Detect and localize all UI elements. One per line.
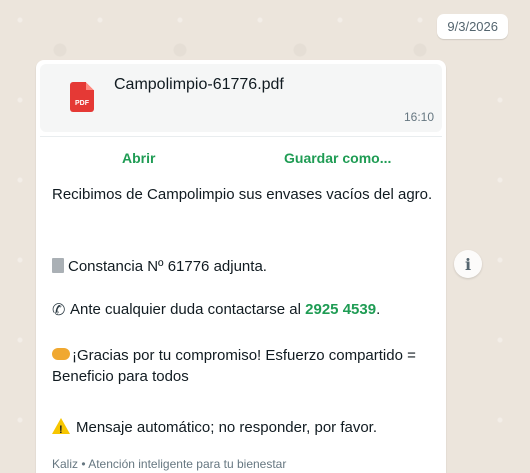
message-line-thanks: ¡Gracias por tu compromiso! Esfuerzo com… — [52, 345, 438, 387]
message-bubble: PDF Campolimpio-61776.pdf 16:10 Abrir Gu… — [36, 60, 446, 473]
message-line-warning: Mensaje automático; no responder, por fa… — [52, 417, 438, 441]
file-name: Campolimpio-61776.pdf — [114, 76, 284, 93]
certificate-text: Constancia Nº 61776 adjunta. — [68, 258, 267, 275]
handshake-icon — [52, 348, 70, 360]
message-line-received: Recibimos de Campolimpio sus envases vac… — [52, 186, 433, 203]
phone-icon: ✆ — [52, 302, 66, 319]
date-pill: 9/3/2026 — [437, 14, 508, 39]
message-footer: Kaliz • Atención inteligente para tu bie… — [52, 457, 287, 471]
message-line-certificate: Constancia Nº 61776 adjunta. — [52, 256, 438, 277]
info-icon[interactable]: i — [454, 250, 482, 278]
save-as-button[interactable]: Guardar como... — [284, 150, 391, 166]
message-time: 16:10 — [403, 110, 434, 124]
warning-text: Mensaje automático; no responder, por fa… — [76, 419, 378, 436]
open-button[interactable]: Abrir — [122, 150, 155, 166]
pdf-icon: PDF — [70, 82, 94, 112]
thanks-text: ¡Gracias por tu compromiso! Esfuerzo com… — [52, 347, 416, 385]
phone-link[interactable]: 2925 4539 — [305, 301, 376, 318]
divider — [40, 136, 442, 137]
warning-icon — [52, 418, 70, 441]
contact-suffix: . — [376, 301, 381, 318]
contact-prefix: Ante cualquier duda contactarse al — [70, 301, 306, 318]
document-icon — [52, 258, 64, 273]
file-attachment[interactable]: PDF Campolimpio-61776.pdf 16:10 — [40, 64, 442, 132]
message-line-contact: ✆ Ante cualquier duda contactarse al 2925… — [52, 299, 438, 321]
